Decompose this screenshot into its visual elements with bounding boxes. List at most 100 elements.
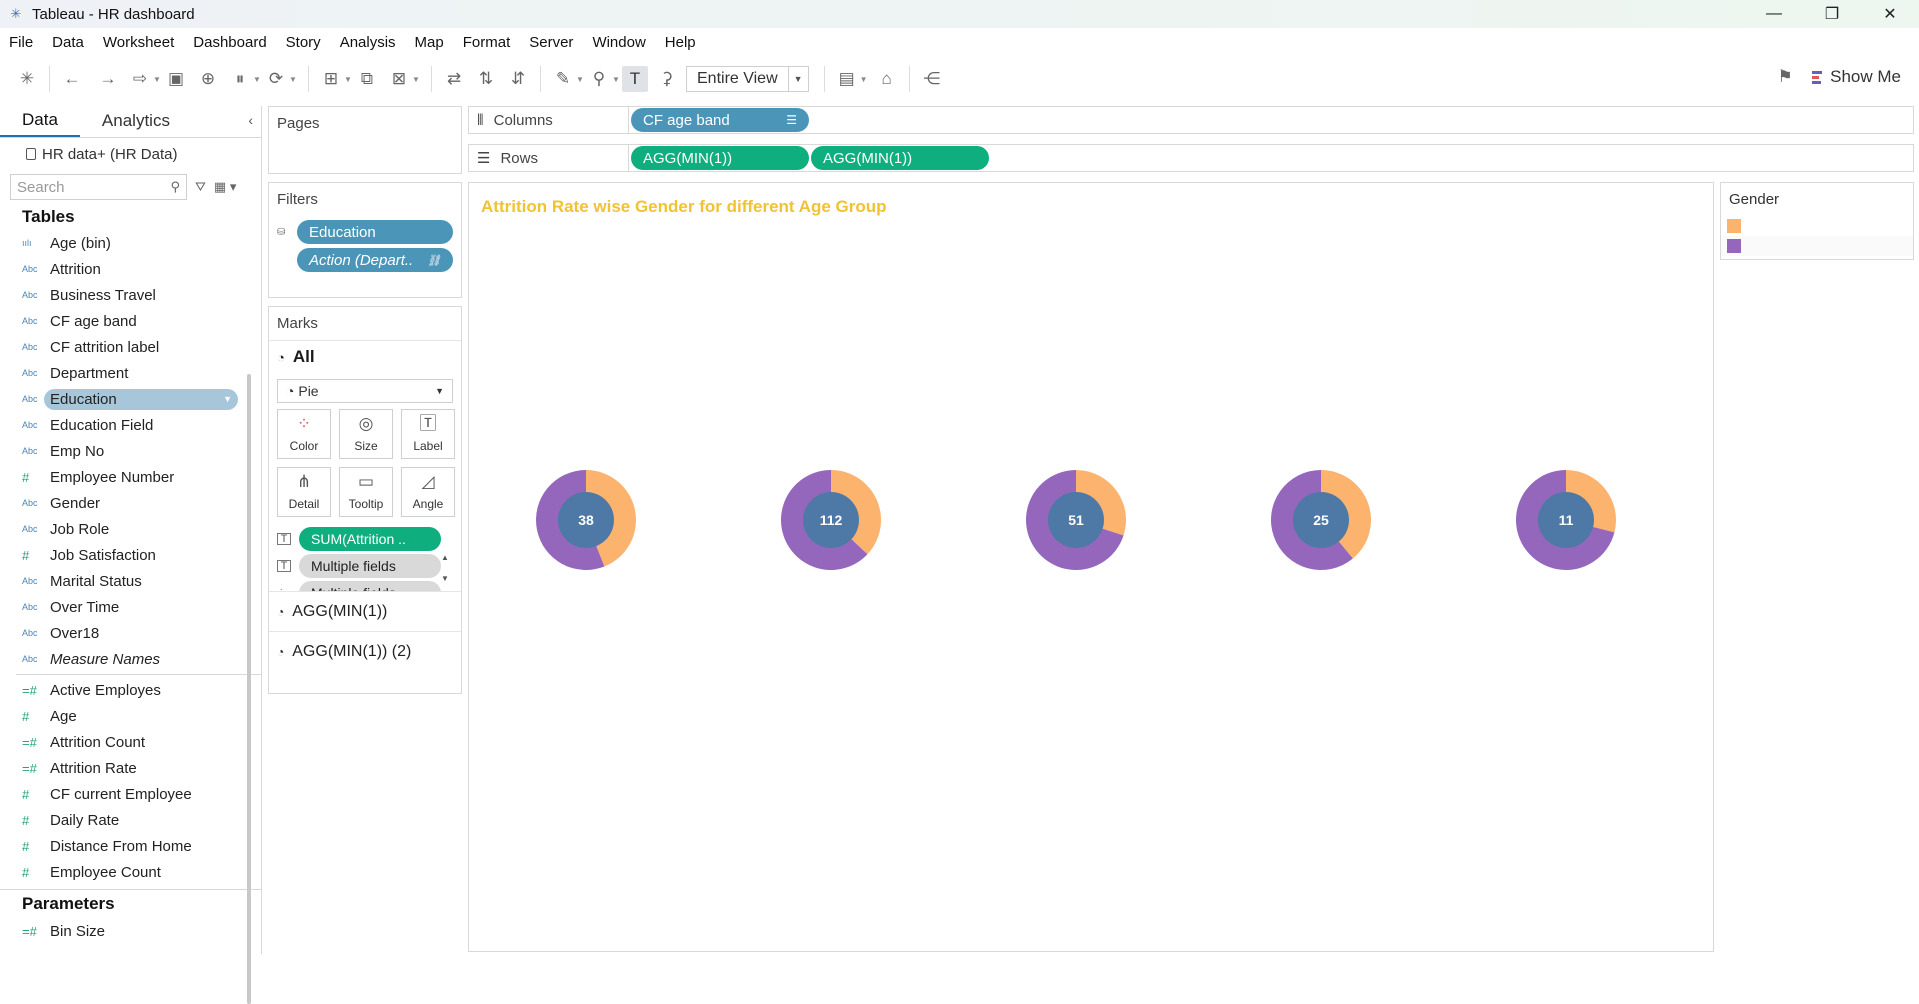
- marks-card[interactable]: Marks ◔ All ◔ Pie ▼ ⁘ Color ◎ Size 🅃 Label …: [268, 306, 462, 694]
- view-options-icon[interactable]: ▦ ▾: [214, 179, 236, 195]
- marks-label-button[interactable]: 🅃 Label: [401, 409, 455, 459]
- field-over18[interactable]: Abc Over18: [0, 620, 261, 646]
- refresh-icon[interactable]: ⟳: [263, 66, 289, 92]
- swap-rows-columns-icon[interactable]: ⇄: [441, 66, 467, 92]
- menu-help[interactable]: Help: [656, 34, 706, 51]
- chevron-down-icon[interactable]: ▼: [576, 75, 586, 84]
- field-measure-names[interactable]: Abc Measure Names: [0, 646, 261, 672]
- menu-map[interactable]: Map: [406, 34, 454, 51]
- field-education[interactable]: Abc Education ▼: [0, 386, 261, 412]
- tableau-home-icon[interactable]: ✳: [14, 66, 40, 92]
- field-age-bin[interactable]: ıılı Age (bin): [0, 230, 261, 256]
- redo-icon[interactable]: →: [95, 66, 121, 92]
- marks-angle-button[interactable]: ◿ Angle: [401, 467, 455, 517]
- chevron-down-icon[interactable]: ▼: [412, 75, 422, 84]
- show-mark-labels-icon[interactable]: T: [622, 66, 648, 92]
- field-attrition-rate[interactable]: =# Attrition Rate: [0, 755, 261, 781]
- field-gender[interactable]: Abc Gender: [0, 490, 261, 516]
- rows-pill-agg-min-1[interactable]: AGG(MIN(1)): [631, 146, 809, 170]
- menu-analysis[interactable]: Analysis: [331, 34, 406, 51]
- chevron-down-icon[interactable]: ▼: [441, 574, 451, 583]
- group-members-icon[interactable]: ⚲: [586, 66, 612, 92]
- menu-file[interactable]: File: [0, 34, 43, 51]
- rows-shelf[interactable]: ☰ Rows AGG(MIN(1)) AGG(MIN(1)): [468, 144, 1914, 172]
- marks-detail-button[interactable]: ⋔ Detail: [277, 467, 331, 517]
- field-emp-no[interactable]: Abc Emp No: [0, 438, 261, 464]
- undo-icon[interactable]: ←: [59, 66, 85, 92]
- chevron-down-icon[interactable]: ▼: [612, 75, 622, 84]
- tab-analytics[interactable]: Analytics: [80, 111, 192, 137]
- field-employee-count[interactable]: # Employee Count: [0, 859, 261, 885]
- donut-chart[interactable]: 51: [1025, 469, 1127, 571]
- field-daily-rate[interactable]: # Daily Rate: [0, 807, 261, 833]
- duplicate-sheet-icon[interactable]: ⧉: [354, 66, 380, 92]
- marks-size-button[interactable]: ◎ Size: [339, 409, 393, 459]
- restore-button[interactable]: ❐: [1803, 0, 1861, 28]
- marks-fields-scroll[interactable]: ▲ ▼: [441, 553, 451, 583]
- donut-chart[interactable]: 112: [780, 469, 882, 571]
- clear-sheet-icon[interactable]: ⊠: [386, 66, 412, 92]
- chevron-up-icon[interactable]: ▲: [441, 553, 451, 562]
- format-painter-icon[interactable]: ⚑: [1772, 64, 1798, 90]
- donut-chart[interactable]: 38: [535, 469, 637, 571]
- menu-server[interactable]: Server: [520, 34, 583, 51]
- field-employee-number[interactable]: # Employee Number: [0, 464, 261, 490]
- field-attrition-count[interactable]: =# Attrition Count: [0, 729, 261, 755]
- highlight-icon[interactable]: ✎: [550, 66, 576, 92]
- field-education-field[interactable]: Abc Education Field: [0, 412, 261, 438]
- chevron-down-icon[interactable]: ▼: [253, 75, 263, 84]
- field-active-employes[interactable]: =# Active Employes: [0, 677, 261, 703]
- sort-descending-icon[interactable]: ⇵: [505, 66, 531, 92]
- rows-pill-agg-min-1-2[interactable]: AGG(MIN(1)): [811, 146, 989, 170]
- field-job-role[interactable]: Abc Job Role: [0, 516, 261, 542]
- fit-dropdown[interactable]: Entire View ▼: [686, 66, 809, 92]
- viz-canvas[interactable]: Attrition Rate wise Gender for different…: [468, 182, 1714, 952]
- replay-icon[interactable]: ⇨: [127, 66, 153, 92]
- show-me-button[interactable]: Show Me: [1812, 67, 1901, 87]
- datasource-item[interactable]: HR data+ (HR Data): [0, 138, 261, 170]
- chevron-down-icon[interactable]: ▼: [344, 75, 354, 84]
- pause-updates-icon[interactable]: ⏸: [227, 66, 253, 92]
- tab-data[interactable]: Data: [0, 110, 80, 137]
- menu-story[interactable]: Story: [277, 34, 331, 51]
- menu-data[interactable]: Data: [43, 34, 94, 51]
- chevron-down-icon[interactable]: ▼: [153, 75, 163, 84]
- pages-card[interactable]: Pages: [268, 106, 462, 174]
- field-distance-from-home[interactable]: # Distance From Home: [0, 833, 261, 859]
- marks-all-tab[interactable]: ◔ All: [269, 340, 461, 373]
- field-attrition[interactable]: Abc Attrition: [0, 256, 261, 282]
- search-input[interactable]: [17, 178, 157, 196]
- share-icon[interactable]: ⋲: [919, 66, 945, 92]
- field-business-travel[interactable]: Abc Business Travel: [0, 282, 261, 308]
- param-bin-size[interactable]: =# Bin Size: [0, 918, 261, 944]
- chevron-down-icon[interactable]: ▼: [860, 75, 870, 84]
- marks-tab-agg-min-1[interactable]: ◔ AGG(MIN(1)): [269, 591, 461, 631]
- columns-shelf[interactable]: ⦀ Columns CF age band ☰: [468, 106, 1914, 134]
- field-department[interactable]: Abc Department: [0, 360, 261, 386]
- filter-icon[interactable]: ⛛: [195, 179, 206, 195]
- marks-color-button[interactable]: ⁘ Color: [277, 409, 331, 459]
- gender-legend[interactable]: Gender: [1720, 182, 1914, 260]
- marks-tooltip-button[interactable]: ▭ Tooltip: [339, 467, 393, 517]
- chevron-down-icon[interactable]: ▼: [289, 75, 299, 84]
- donut-chart[interactable]: 25: [1270, 469, 1372, 571]
- marks-pill-sum-attrition[interactable]: SUM(Attrition ..: [299, 526, 441, 551]
- legend-item-2[interactable]: [1721, 236, 1913, 256]
- menu-window[interactable]: Window: [583, 34, 655, 51]
- legend-item-1[interactable]: [1721, 216, 1913, 236]
- menu-dashboard[interactable]: Dashboard: [184, 34, 276, 51]
- save-icon[interactable]: ▣: [163, 66, 189, 92]
- field-over-time[interactable]: Abc Over Time: [0, 594, 261, 620]
- new-datasource-icon[interactable]: ⊕: [195, 66, 221, 92]
- presentation-mode-icon[interactable]: ⌂: [874, 66, 900, 92]
- field-cf-current-employee[interactable]: # CF current Employee: [0, 781, 261, 807]
- marks-pill-multiple-fields-2[interactable]: Multiple fields: [299, 580, 441, 591]
- new-worksheet-icon[interactable]: ⊞: [318, 66, 344, 92]
- search-field[interactable]: ⚲: [10, 174, 187, 200]
- filter-pill-action[interactable]: Action (Depart.. ⛓: [297, 248, 453, 272]
- field-marital-status[interactable]: Abc Marital Status: [0, 568, 261, 594]
- marks-tab-agg-min-1-2[interactable]: ◔ AGG(MIN(1)) (2): [269, 631, 461, 671]
- menu-format[interactable]: Format: [454, 34, 521, 51]
- collapse-pane-icon[interactable]: ‹: [248, 112, 253, 128]
- minimize-button[interactable]: —: [1745, 0, 1803, 28]
